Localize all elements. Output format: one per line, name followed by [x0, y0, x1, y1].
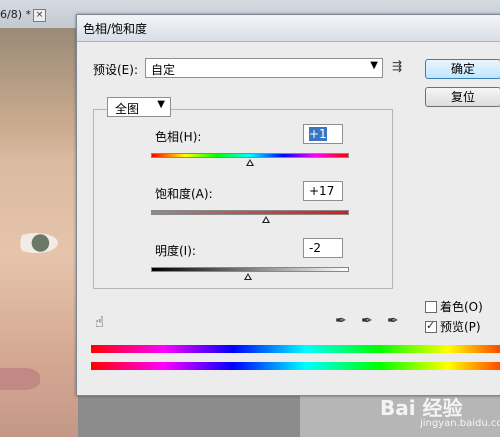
saturation-input[interactable]: +17 [303, 181, 343, 201]
eyedropper-minus-icon[interactable]: ✒ [387, 313, 399, 329]
result-color-bar [91, 362, 500, 370]
document-tab-label[interactable]: 6/8) * [0, 8, 31, 21]
lightness-label: 明度(I): [155, 244, 196, 258]
ok-button[interactable]: 确定 [425, 59, 500, 79]
close-icon[interactable]: × [33, 9, 46, 22]
preset-options-icon[interactable]: ⇶ [392, 59, 402, 73]
reset-button[interactable]: 复位 [425, 87, 500, 107]
lightness-slider-thumb[interactable] [244, 273, 253, 280]
hue-value: +1 [309, 127, 327, 141]
preset-dropdown[interactable]: 自定 ▼ [145, 58, 383, 78]
dialog-title: 色相/饱和度 [83, 22, 148, 36]
channel-value: 全图 [115, 102, 140, 116]
hue-label: 色相(H): [155, 130, 202, 144]
hue-saturation-dialog: 色相/饱和度 预设(E): 自定 ▼ ⇶ 确定 复位 全图 ▼ 色相(H): +… [76, 14, 500, 396]
colorize-checkbox[interactable] [425, 301, 437, 313]
watermark-url: jingyan.baidu.com [420, 418, 500, 429]
chevron-down-icon: ▼ [157, 99, 165, 110]
lightness-value: -2 [309, 241, 321, 255]
saturation-slider-thumb[interactable] [261, 216, 270, 223]
lightness-input[interactable]: -2 [303, 238, 343, 258]
hue-slider-thumb[interactable] [246, 159, 254, 166]
channel-dropdown[interactable]: 全图 ▼ [107, 97, 171, 117]
watermark-logo: Bai 经验 [380, 396, 463, 420]
eyedropper-plus-icon[interactable]: ✒ [361, 313, 373, 329]
image-canvas[interactable] [0, 28, 78, 437]
hue-input[interactable]: +1 [303, 124, 343, 144]
photo-lips [0, 368, 40, 390]
eyedropper-icon[interactable]: ✒ [335, 313, 347, 329]
preset-value: 自定 [151, 63, 176, 77]
on-image-adjust-hand-icon[interactable]: ☝ [95, 313, 104, 331]
preview-label[interactable]: 预览(P) [440, 318, 481, 335]
lightness-slider-track[interactable] [151, 267, 349, 272]
preset-label: 预设(E): [93, 63, 138, 77]
saturation-label: 饱和度(A): [155, 187, 213, 201]
adjustment-panel [93, 109, 393, 289]
photo-eye [14, 233, 58, 253]
preview-checkbox[interactable] [425, 319, 437, 333]
dialog-titlebar[interactable]: 色相/饱和度 [77, 15, 500, 42]
saturation-slider-track[interactable] [151, 210, 349, 215]
photo-hair [0, 28, 78, 158]
chevron-down-icon: ▼ [370, 60, 378, 71]
colorize-label[interactable]: 着色(O) [440, 298, 483, 315]
saturation-value: +17 [309, 184, 335, 198]
source-color-bar [91, 345, 500, 353]
hue-slider-track[interactable] [151, 153, 349, 158]
